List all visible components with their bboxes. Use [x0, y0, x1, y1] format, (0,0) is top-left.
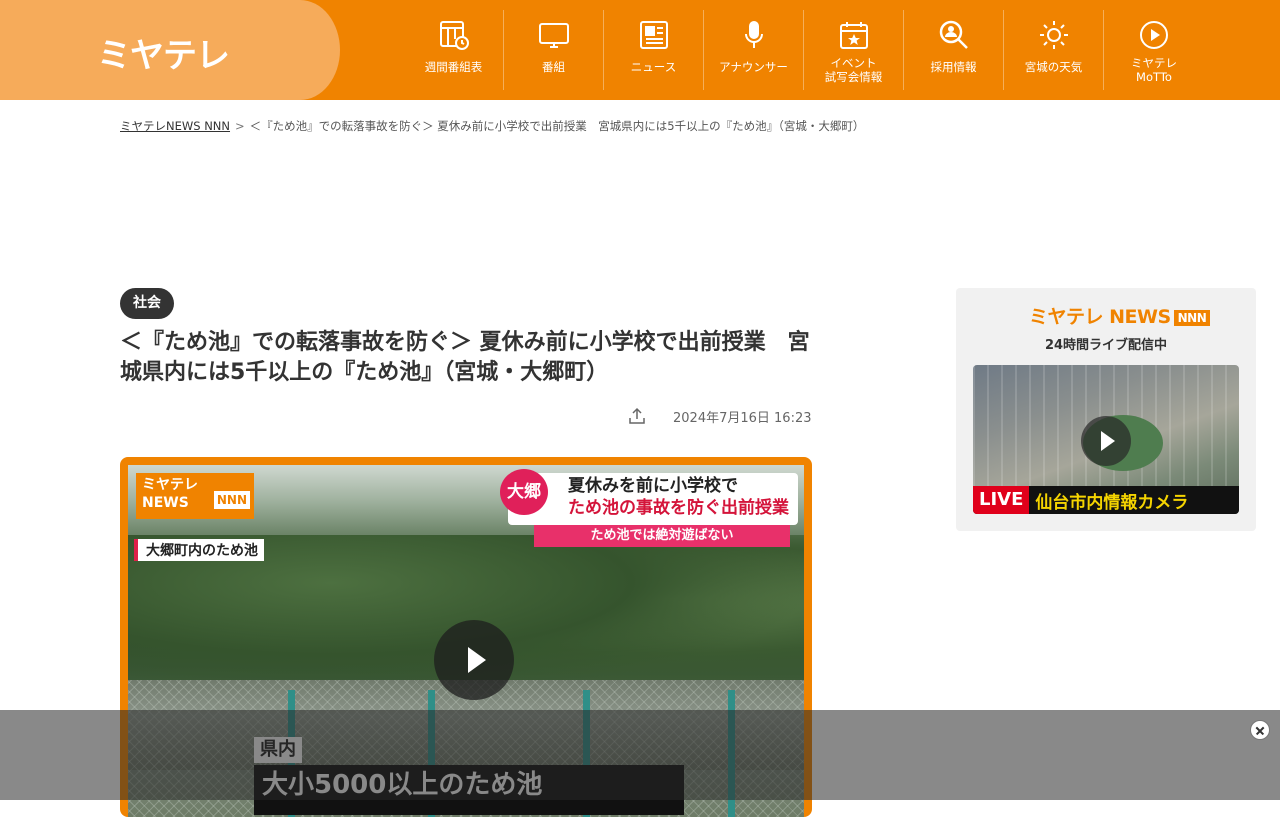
live-play-button[interactable] — [1081, 416, 1131, 466]
site-logo[interactable]: ミヤテレ — [97, 28, 230, 77]
nav-label: ニュース — [630, 60, 677, 74]
close-icon[interactable] — [1250, 720, 1270, 740]
nav-item-weather[interactable]: 宮城の天気 — [1004, 10, 1104, 90]
microphone-icon — [737, 18, 771, 52]
nav-label: 週間番組表 — [424, 60, 483, 74]
video-headline-1: 夏休みを前に小学校で — [568, 476, 738, 496]
article-meta: 2024年7月16日 16:23 — [628, 405, 814, 427]
main-nav: 週間番組表 番組 ニュース アナウンサー イベント 試写会情報 採用情報 宮城の… — [404, 10, 1204, 90]
sun-icon — [1037, 18, 1071, 52]
site-header: ミヤテレ 週間番組表 番組 ニュース アナウンサー イベント 試写会情報 採用情… — [0, 0, 1280, 100]
nav-label: 番組 — [542, 60, 565, 74]
play-circle-icon — [1137, 18, 1171, 52]
video-region-badge: 大郷 — [500, 469, 548, 515]
publish-date: 2024年7月16日 16:23 — [673, 410, 812, 426]
bottom-ad-overlay — [0, 710, 1280, 800]
search-person-icon — [937, 18, 971, 52]
nav-label: ミヤテレ MoTTo — [1131, 56, 1177, 84]
live-stream-subtitle: 24時間ライブ配信中 — [1044, 338, 1168, 353]
nav-label: 宮城の天気 — [1024, 60, 1083, 74]
video-subheadline: ため池では絶対遊ばない — [534, 525, 790, 547]
video-location-label: 大郷町内のため池 — [134, 539, 264, 561]
live-stream-widget: ミヤテレ NEWS NNN 24時間ライブ配信中 LIVE 仙台市内情報カメラ — [956, 288, 1256, 531]
calendar-icon — [837, 18, 871, 52]
breadcrumb: ミヤテレNEWS NNN > ＜『ため池』での転落事故を防ぐ＞ 夏休み前に小学校で出… — [120, 118, 864, 134]
nav-item-recruit[interactable]: 採用情報 — [904, 10, 1004, 90]
live-camera-bar: LIVE 仙台市内情報カメラ — [973, 486, 1239, 514]
logo-area: ミヤテレ — [0, 0, 340, 100]
category-badge[interactable]: 社会 — [120, 288, 174, 319]
video-logo-nnn: NNN — [213, 491, 250, 509]
nav-label: 採用情報 — [930, 60, 977, 74]
nav-item-programs[interactable]: 番組 — [504, 10, 604, 90]
nav-item-events[interactable]: イベント 試写会情報 — [804, 10, 904, 90]
nav-item-motto[interactable]: ミヤテレ MoTTo — [1104, 10, 1204, 90]
news-logo-text: ミヤテレ NEWS — [1029, 306, 1171, 328]
news-icon — [637, 18, 671, 52]
tv-icon — [537, 18, 571, 52]
video-play-button[interactable] — [434, 620, 514, 700]
breadcrumb-current: ＜『ため池』での転落事故を防ぐ＞ 夏休み前に小学校で出前授業 宮城県内には5千以… — [249, 119, 865, 133]
video-channel-logo: ミヤテレ NEWS NNN — [136, 473, 254, 519]
nav-item-news[interactable]: ニュース — [604, 10, 704, 90]
video-headline-box: 夏休みを前に小学校で ため池の事故を防ぐ出前授業 — [508, 473, 798, 525]
schedule-icon — [437, 18, 471, 52]
breadcrumb-home-link[interactable]: ミヤテレNEWS NNN — [120, 119, 230, 133]
live-camera-thumbnail[interactable]: LIVE 仙台市内情報カメラ — [973, 365, 1239, 514]
share-icon[interactable] — [628, 407, 646, 425]
breadcrumb-separator: > — [235, 119, 245, 133]
nav-item-schedule[interactable]: 週間番組表 — [404, 10, 504, 90]
live-badge: LIVE — [973, 486, 1030, 514]
article-title: ＜『ため池』での転落事故を防ぐ＞ 夏休み前に小学校で出前授業 宮城県内には5千以… — [120, 330, 810, 385]
video-headline-2: ため池の事故を防ぐ出前授業 — [568, 498, 789, 518]
nav-item-announcers[interactable]: アナウンサー — [704, 10, 804, 90]
news-logo-nnn: NNN — [1173, 309, 1211, 326]
nav-label: イベント 試写会情報 — [824, 56, 883, 84]
live-camera-title: 仙台市内情報カメラ — [1035, 492, 1189, 513]
nav-label: アナウンサー — [719, 60, 788, 74]
news-nnn-logo[interactable]: ミヤテレ NEWS NNN — [1029, 302, 1211, 329]
